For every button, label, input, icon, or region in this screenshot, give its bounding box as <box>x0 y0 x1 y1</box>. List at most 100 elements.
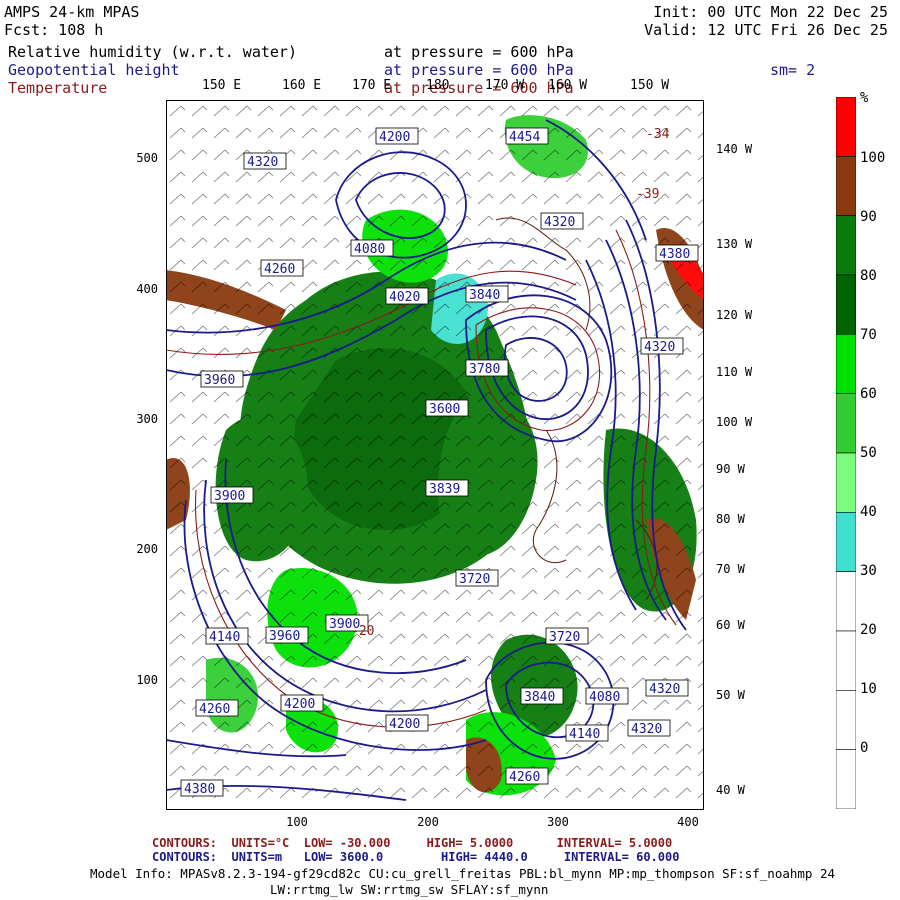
colorbar-bin <box>836 749 856 809</box>
svg-text:4380: 4380 <box>659 247 690 262</box>
height-label: 4140 <box>205 627 249 645</box>
svg-text:4320: 4320 <box>247 155 278 170</box>
lon-label-top: 160 E <box>282 78 322 93</box>
height-label: 4200 <box>375 127 419 145</box>
height-label: 4454 <box>505 127 549 145</box>
height-label: 4320 <box>645 679 689 697</box>
svg-text:3720: 3720 <box>549 630 580 645</box>
temp-label: -39 <box>636 187 659 202</box>
colorbar-label: 20 <box>860 622 877 638</box>
colorbar-bin <box>836 97 856 157</box>
svg-text:4080: 4080 <box>589 690 620 705</box>
colorbar-unit: % <box>860 90 869 106</box>
svg-text:4080: 4080 <box>354 242 385 257</box>
temp-label: -34 <box>646 127 670 142</box>
svg-text:3600: 3600 <box>429 402 460 417</box>
svg-text:3780: 3780 <box>469 362 500 377</box>
field-temp-level: at pressure = 600 hPa <box>384 79 574 97</box>
svg-text:4380: 4380 <box>184 782 215 797</box>
svg-text:3720: 3720 <box>459 572 490 587</box>
lon-label-right: 40 W <box>716 783 745 797</box>
x-tick-label: 300 <box>547 815 569 829</box>
field-rh-level: at pressure = 600 hPa <box>384 43 574 61</box>
height-label: 3839 <box>425 479 469 497</box>
height-label: 4260 <box>505 767 549 785</box>
x-tick-label: 400 <box>677 815 699 829</box>
lon-label-top: 170 W <box>485 78 525 93</box>
lon-label-top: 160 W <box>548 78 588 93</box>
lon-label-right: 50 W <box>716 688 745 702</box>
svg-text:4140: 4140 <box>569 727 600 742</box>
svg-text:3839: 3839 <box>429 482 460 497</box>
colorbar-label: 10 <box>860 681 877 697</box>
lon-label-right: 80 W <box>716 512 745 526</box>
height-label: 3840 <box>520 687 564 705</box>
height-label: 4260 <box>260 259 304 277</box>
svg-text:4200: 4200 <box>379 130 410 145</box>
height-label: 4080 <box>585 687 629 705</box>
temp-label: -20 <box>351 624 374 639</box>
height-label: 4320 <box>243 152 287 170</box>
svg-text:4200: 4200 <box>389 717 420 732</box>
height-contour-info: CONTOURS: UNITS=m LOW= 3600.0 HIGH= 4440… <box>152 850 680 864</box>
lon-label-right: 140 W <box>716 142 753 156</box>
lon-label-right: 90 W <box>716 462 745 476</box>
height-label: 3600 <box>425 399 469 417</box>
colorbar-bin <box>836 215 856 276</box>
field-temp-name: Temperature <box>8 79 108 97</box>
colorbar-bin <box>836 274 856 335</box>
height-label: 4320 <box>627 719 671 737</box>
lon-label-top: 150 W <box>630 78 670 93</box>
y-tick-label: 500 <box>136 151 158 165</box>
svg-text:4320: 4320 <box>631 722 662 737</box>
y-tick-label: 100 <box>136 673 158 687</box>
temp-contour-info: CONTOURS: UNITS=°C LOW= -30.000 HIGH= 5.… <box>152 836 673 850</box>
lon-label-top: 150 E <box>202 78 242 93</box>
height-label: 4080 <box>350 239 394 257</box>
model-info-line-2: LW:rrtmg_lw SW:rrtmg_sw SFLAY:sf_mynn <box>270 882 549 897</box>
colorbar-bin <box>836 393 856 454</box>
lon-label-right: 130 W <box>716 237 753 251</box>
forecast-hour: Fcst: 108 h <box>4 21 104 39</box>
smoothing-label: sm= 2 <box>770 61 816 79</box>
colorbar-bin <box>836 452 856 513</box>
lon-label-right: 70 W <box>716 562 745 576</box>
colorbar-label: 60 <box>860 386 877 402</box>
svg-text:4454: 4454 <box>509 130 540 145</box>
colorbar-label: 30 <box>860 563 877 579</box>
height-label: 3840 <box>465 285 509 303</box>
model-title: AMPS 24-km MPAS <box>4 3 140 21</box>
height-label: 4020 <box>385 287 429 305</box>
svg-text:3900: 3900 <box>214 489 245 504</box>
height-label: 4260 <box>195 699 239 717</box>
svg-text:4140: 4140 <box>209 630 240 645</box>
y-tick-label: 300 <box>136 412 158 426</box>
field-height-level: at pressure = 600 hPa <box>384 61 574 79</box>
model-info-line-1: Model Info: MPASv8.2.3-194-gf29cd82c CU:… <box>90 866 836 881</box>
svg-text:3960: 3960 <box>204 373 235 388</box>
colorbar <box>836 97 856 809</box>
lon-label-right: 120 W <box>716 308 753 322</box>
field-height-name: Geopotential height <box>8 61 180 79</box>
colorbar-bin <box>836 156 856 216</box>
x-tick-label: 100 <box>286 815 308 829</box>
colorbar-label: 50 <box>860 445 877 461</box>
colorbar-label: 70 <box>860 327 877 343</box>
svg-text:3960: 3960 <box>269 629 300 644</box>
svg-text:4020: 4020 <box>389 290 420 305</box>
height-label: 3780 <box>465 359 509 377</box>
lon-label-top: 180 <box>426 78 450 93</box>
init-time: Init: 00 UTC Mon 22 Dec 25 <box>653 3 888 21</box>
svg-text:4320: 4320 <box>649 682 680 697</box>
y-tick-label: 400 <box>136 282 158 296</box>
valid-time: Valid: 12 UTC Fri 26 Dec 25 <box>644 21 888 39</box>
height-label: 3960 <box>200 370 244 388</box>
svg-text:4260: 4260 <box>199 702 230 717</box>
svg-text:4200: 4200 <box>284 697 315 712</box>
svg-text:4320: 4320 <box>644 340 675 355</box>
height-label: 4320 <box>640 337 684 355</box>
field-rh-name: Relative humidity (w.r.t. water) <box>8 43 297 61</box>
colorbar-label: 100 <box>860 150 886 166</box>
svg-text:4260: 4260 <box>264 262 295 277</box>
colorbar-bin <box>836 512 856 572</box>
